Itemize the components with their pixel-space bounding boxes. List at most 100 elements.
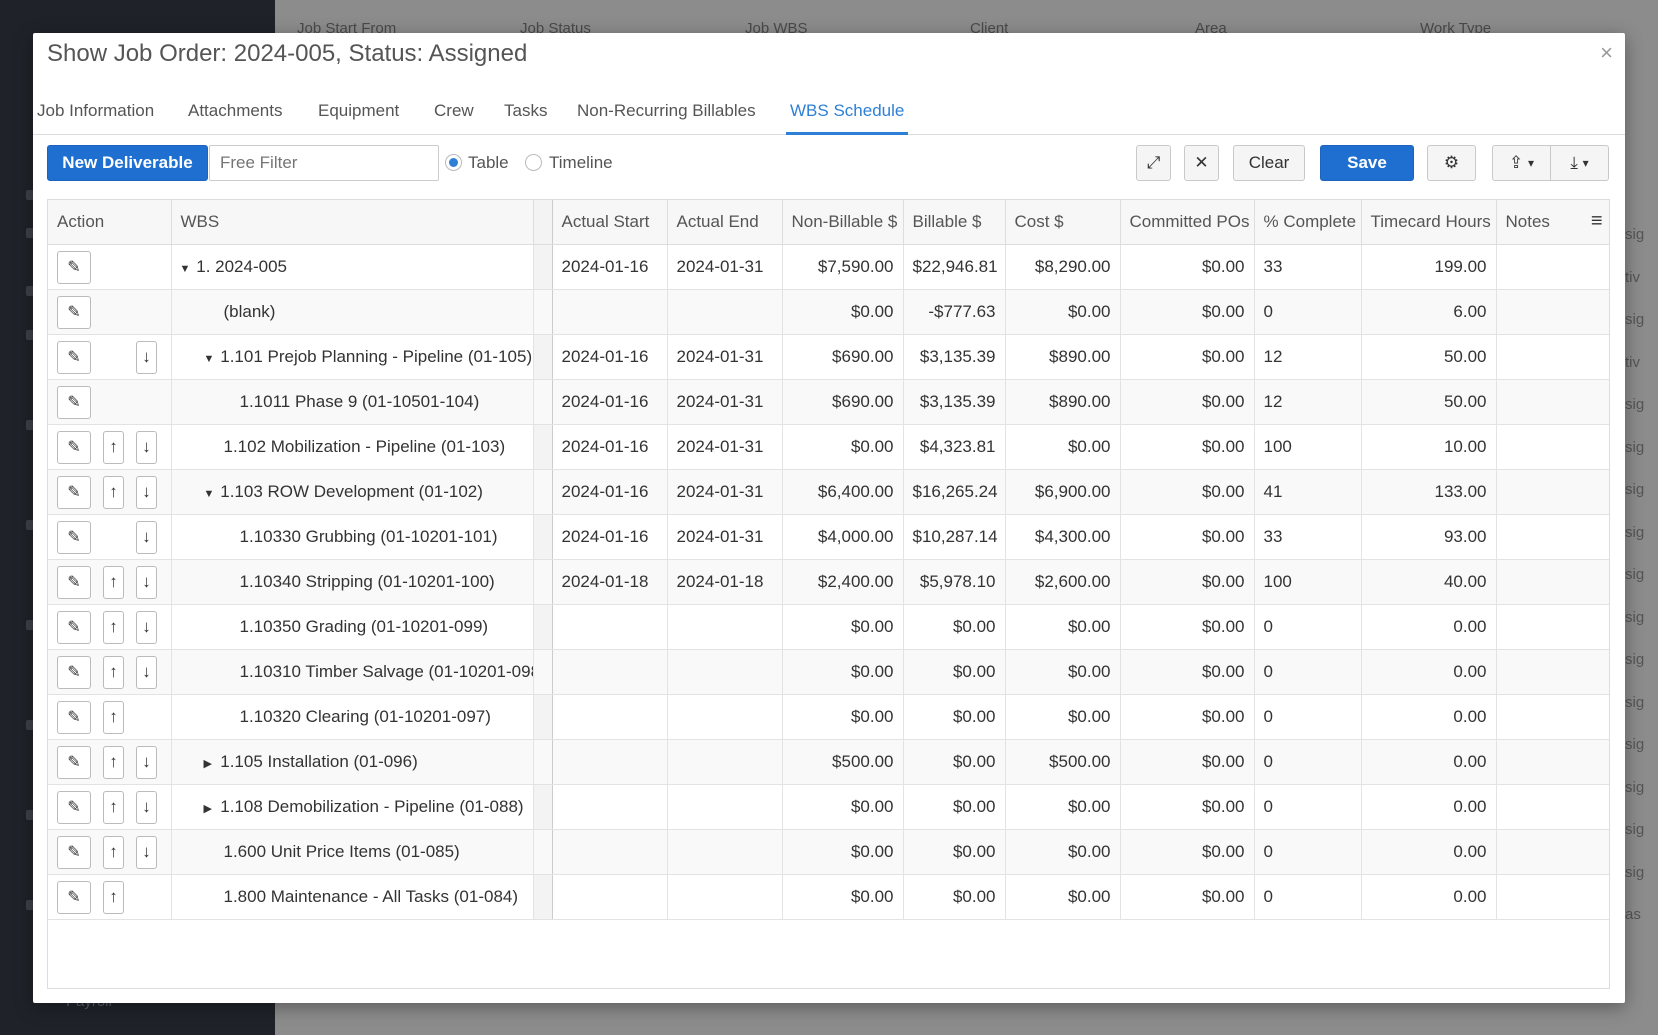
- move-down-button[interactable]: ↓: [136, 340, 157, 374]
- percent-complete-cell[interactable]: 100: [1254, 559, 1362, 605]
- edit-row-button[interactable]: ✎: [57, 385, 91, 419]
- caret-down-icon[interactable]: ▼: [180, 263, 192, 275]
- tab-equipment[interactable]: Equipment: [318, 101, 399, 135]
- percent-complete-cell[interactable]: 0: [1254, 874, 1362, 920]
- actual-end-cell[interactable]: [667, 739, 783, 785]
- move-down-button[interactable]: ↓: [136, 430, 157, 464]
- download-dropdown-button[interactable]: ⤓ ▾: [1550, 145, 1609, 181]
- edit-row-button[interactable]: ✎: [57, 700, 91, 734]
- edit-row-button[interactable]: ✎: [57, 520, 91, 554]
- move-down-button[interactable]: ↓: [136, 745, 157, 779]
- table-row[interactable]: ✎ ↑ ↓ ▼ 1.103 ROW Development (01-102) 2024-…: [48, 469, 1609, 515]
- actual-end-cell[interactable]: 2024-01-31: [667, 244, 783, 290]
- close-icon[interactable]: ×: [1600, 40, 1613, 66]
- actual-end-cell[interactable]: 2024-01-31: [667, 424, 783, 470]
- column-header-actual-end[interactable]: Actual End: [667, 200, 783, 245]
- actual-end-cell[interactable]: [667, 874, 783, 920]
- notes-cell[interactable]: [1496, 334, 1609, 380]
- move-up-button[interactable]: ↑: [103, 745, 124, 779]
- actual-start-cell[interactable]: [552, 649, 668, 695]
- caret-right-icon[interactable]: ▶: [204, 802, 216, 815]
- column-header-actual-start[interactable]: Actual Start: [552, 200, 668, 245]
- edit-row-button[interactable]: ✎: [57, 835, 91, 869]
- percent-complete-cell[interactable]: 0: [1254, 694, 1362, 740]
- edit-row-button[interactable]: ✎: [57, 790, 91, 824]
- move-down-button[interactable]: ↓: [136, 610, 157, 644]
- table-view-radio[interactable]: [445, 154, 462, 171]
- table-row[interactable]: ✎ ↓ 1.10330 Grubbing (01-10201-101) 2024-01…: [48, 514, 1609, 560]
- table-row[interactable]: ✎ ↓ ▼ 1.101 Prejob Planning - Pipeline (01…: [48, 334, 1609, 380]
- edit-row-button[interactable]: ✎: [57, 295, 91, 329]
- move-up-button[interactable]: ↑: [103, 700, 124, 734]
- percent-complete-cell[interactable]: 0: [1254, 784, 1362, 830]
- table-row[interactable]: ✎ ↑ ↓ 1.102 Mobilization - Pipeline (01-103…: [48, 424, 1609, 470]
- percent-complete-cell[interactable]: 0: [1254, 829, 1362, 875]
- actual-start-cell[interactable]: [552, 784, 668, 830]
- move-up-button[interactable]: ↑: [103, 430, 124, 464]
- percent-complete-cell[interactable]: 0: [1254, 739, 1362, 785]
- edit-row-button[interactable]: ✎: [57, 880, 91, 914]
- new-deliverable-button[interactable]: New Deliverable: [47, 145, 208, 181]
- actual-start-cell[interactable]: [552, 604, 668, 650]
- edit-row-button[interactable]: ✎: [57, 430, 91, 464]
- notes-cell[interactable]: [1496, 424, 1609, 470]
- percent-complete-cell[interactable]: 12: [1254, 379, 1362, 425]
- notes-cell[interactable]: [1496, 559, 1609, 605]
- table-row[interactable]: ✎ ↑ ↓ ▶ 1.105 Installation (01-096) $500.00 $…: [48, 739, 1609, 785]
- column-splitter[interactable]: [532, 200, 553, 245]
- notes-cell[interactable]: [1496, 649, 1609, 695]
- table-row[interactable]: ✎ ↑ 1.800 Maintenance - All Tasks (01-084)…: [48, 874, 1609, 920]
- save-button[interactable]: Save: [1320, 145, 1414, 181]
- tab-wbs-schedule[interactable]: WBS Schedule: [786, 101, 909, 135]
- move-up-button[interactable]: ↑: [103, 835, 124, 869]
- column-header-committed-pos[interactable]: Committed POs: [1120, 200, 1255, 245]
- notes-cell[interactable]: [1496, 604, 1609, 650]
- edit-row-button[interactable]: ✎: [57, 565, 91, 599]
- actual-end-cell[interactable]: 2024-01-31: [667, 469, 783, 515]
- actual-end-cell[interactable]: [667, 829, 783, 875]
- percent-complete-cell[interactable]: 33: [1254, 514, 1362, 560]
- column-header-notes[interactable]: Notes ≡: [1496, 200, 1609, 245]
- upload-dropdown-button[interactable]: ⇪ ▾: [1492, 145, 1551, 181]
- move-up-button[interactable]: ↑: [103, 475, 124, 509]
- move-up-button[interactable]: ↑: [103, 565, 124, 599]
- tab-job-information[interactable]: Job Information: [37, 101, 154, 135]
- table-row[interactable]: ✎ ↑ ↓ ▶ 1.108 Demobilization - Pipeline (01…: [48, 784, 1609, 830]
- actual-end-cell[interactable]: 2024-01-31: [667, 379, 783, 425]
- column-header-timecard-hours[interactable]: Timecard Hours: [1361, 200, 1497, 245]
- edit-row-button[interactable]: ✎: [57, 655, 91, 689]
- edit-row-button[interactable]: ✎: [57, 340, 91, 374]
- actual-end-cell[interactable]: 2024-01-31: [667, 514, 783, 560]
- timeline-view-radio[interactable]: [525, 154, 542, 171]
- table-row[interactable]: ✎ (blank) $0.00 -$777.63 $0.00 $0.00 0 6.00: [48, 289, 1609, 335]
- edit-row-button[interactable]: ✎: [57, 250, 91, 284]
- actual-start-cell[interactable]: [552, 829, 668, 875]
- actual-end-cell[interactable]: [667, 784, 783, 830]
- column-header-billable[interactable]: Billable $: [903, 200, 1006, 245]
- notes-cell[interactable]: [1496, 829, 1609, 875]
- table-row[interactable]: ✎ 1.1011 Phase 9 (01-10501-104) 2024-01-16…: [48, 379, 1609, 425]
- actual-end-cell[interactable]: [667, 604, 783, 650]
- move-down-button[interactable]: ↓: [136, 520, 157, 554]
- actual-end-cell[interactable]: 2024-01-18: [667, 559, 783, 605]
- actual-start-cell[interactable]: 2024-01-16: [552, 244, 668, 290]
- tab-non-recurring-billables[interactable]: Non-Recurring Billables: [577, 101, 756, 135]
- column-header-non-billable[interactable]: Non-Billable $: [782, 200, 904, 245]
- table-row[interactable]: ✎ ↑ ↓ 1.600 Unit Price Items (01-085) $0.00 $…: [48, 829, 1609, 875]
- actual-start-cell[interactable]: 2024-01-16: [552, 424, 668, 470]
- table-row[interactable]: ✎ ↑ ↓ 1.10350 Grading (01-10201-099) $0.00 $0…: [48, 604, 1609, 650]
- percent-complete-cell[interactable]: 41: [1254, 469, 1362, 515]
- caret-down-icon[interactable]: ▼: [204, 488, 216, 500]
- actual-start-cell[interactable]: 2024-01-16: [552, 469, 668, 515]
- table-row[interactable]: ✎ ↑ ↓ 1.10310 Timber Salvage (01-10201-098)…: [48, 649, 1609, 695]
- actual-start-cell[interactable]: 2024-01-16: [552, 379, 668, 425]
- move-down-button[interactable]: ↓: [136, 835, 157, 869]
- edit-row-button[interactable]: ✎: [57, 475, 91, 509]
- move-up-button[interactable]: ↑: [103, 655, 124, 689]
- column-header-wbs[interactable]: WBS: [171, 200, 534, 245]
- move-down-button[interactable]: ↓: [136, 655, 157, 689]
- column-header-action[interactable]: Action: [48, 200, 172, 245]
- percent-complete-cell[interactable]: 33: [1254, 244, 1362, 290]
- edit-row-button[interactable]: ✎: [57, 610, 91, 644]
- move-down-button[interactable]: ↓: [136, 565, 157, 599]
